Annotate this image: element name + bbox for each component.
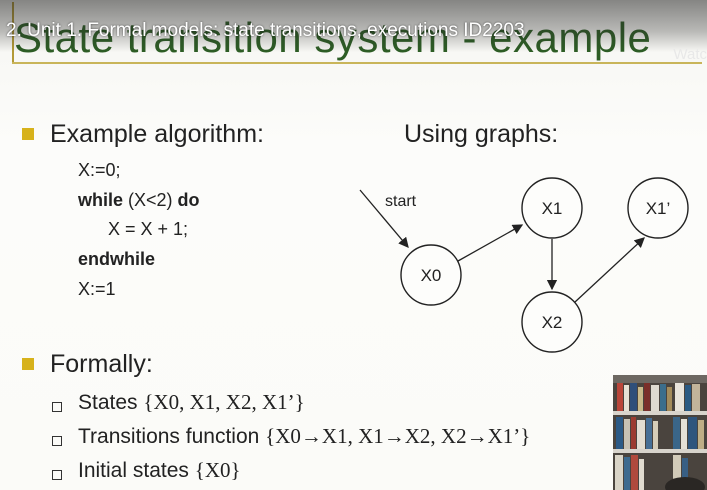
bullet-square-icon — [22, 128, 34, 140]
webcam-video-thumbnail — [613, 375, 707, 490]
endwhile-keyword: endwhile — [78, 249, 156, 269]
code-line-4: endwhile — [78, 249, 155, 270]
code-line-1: X:=0; — [78, 160, 121, 180]
node-x0-label: X0 — [421, 266, 442, 285]
video-title-link[interactable]: 2. Unit 1. Formal models: state transiti… — [6, 20, 525, 42]
initial-states-value: {X0} — [194, 458, 241, 482]
code-line-5: X:=1 — [78, 279, 116, 299]
sub-bullet-icon — [52, 470, 62, 480]
states-item: States {X0, X1, X2, X1’} — [78, 390, 305, 415]
states-value: {X0, X1, X2, X1’} — [143, 390, 305, 414]
code-line-2: while (X<2) do — [78, 190, 200, 211]
node-x2-label: X2 — [542, 313, 563, 332]
transitions-value: {X0→X1, X1→X2, X2→X1’} — [265, 424, 531, 448]
edge-x2-x1-prime — [574, 237, 645, 303]
while-keyword: while — [78, 190, 124, 210]
bullet-square-icon — [22, 358, 34, 370]
initial-states-item: Initial states {X0} — [78, 458, 241, 483]
watch-later-button[interactable]: Watc — [673, 46, 707, 63]
transitions-label: Transitions function — [78, 425, 266, 448]
state-graph: start X0 X1 X2 X1’ — [359, 177, 689, 353]
node-x1-label: X1 — [542, 199, 563, 218]
example-heading: Example algorithm: — [50, 120, 264, 148]
start-label: start — [385, 193, 417, 210]
sub-bullet-icon — [52, 436, 62, 446]
while-condition: (X<2) — [123, 190, 178, 210]
code-line-3: X = X + 1; — [108, 219, 189, 239]
initial-states-label: Initial states — [78, 459, 195, 482]
sub-bullet-icon — [52, 402, 62, 412]
bookshelf-image — [613, 375, 707, 490]
graphs-heading: Using graphs: — [404, 120, 559, 148]
formally-heading: Formally: — [50, 350, 153, 378]
node-x1-prime-label: X1’ — [646, 199, 671, 218]
transitions-item: Transitions function {X0→X1, X1→X2, X2→X… — [78, 424, 530, 449]
title-rule-horizontal — [12, 62, 702, 64]
edge-x0-x1 — [457, 224, 524, 262]
states-label: States — [78, 391, 144, 414]
do-keyword: do — [177, 190, 200, 210]
slide: State transition system - example Exampl… — [0, 0, 707, 490]
